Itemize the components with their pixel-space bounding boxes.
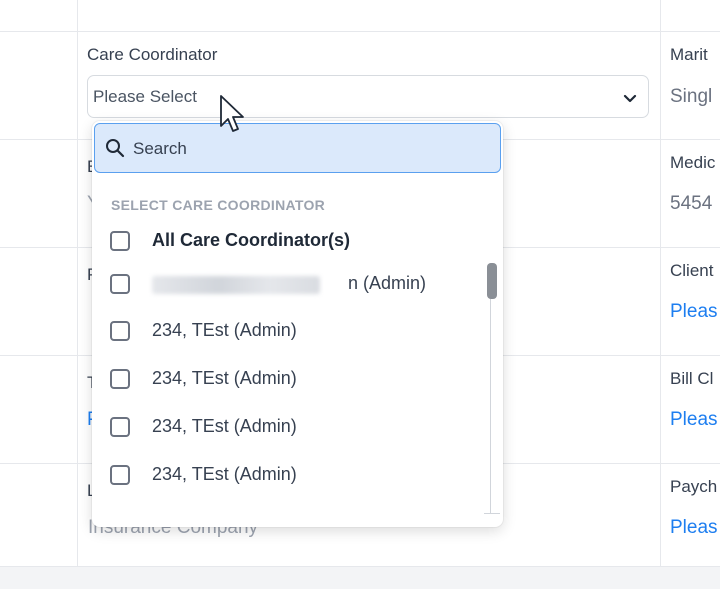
option-label: 234, TEst (Admin) [152, 416, 297, 436]
option-label: 234, TEst (Admin) [152, 368, 297, 388]
client-select[interactable]: Pleas [670, 301, 718, 323]
checkbox[interactable] [110, 321, 130, 341]
marital-status-value[interactable]: Singl [670, 86, 712, 108]
care-coordinator-label: Care Coordinator [87, 45, 218, 64]
section-title: SELECT CARE COORDINATOR [111, 197, 326, 213]
scrollbar-thumb[interactable] [487, 263, 497, 299]
search-icon [106, 139, 125, 158]
checkbox[interactable] [110, 274, 130, 294]
marital-status-label: Marit [670, 45, 708, 64]
checkbox[interactable] [110, 417, 130, 437]
checkbox[interactable] [110, 369, 130, 389]
care-coordinator-select[interactable]: Please Select [87, 75, 649, 118]
care-coordinator-dropdown: SELECT CARE COORDINATOR All Care Coordin… [92, 121, 503, 527]
payer-label: Paych [670, 477, 718, 496]
footer-band [0, 566, 720, 589]
column-divider [660, 0, 661, 566]
list-item[interactable]: 234, TEst (Admin) [110, 462, 480, 488]
row-divider [0, 31, 720, 32]
mouse-cursor-icon [220, 95, 244, 132]
option-label: All Care Coordinator(s) [152, 230, 351, 250]
list-item[interactable]: 234, TEst (Admin) [110, 414, 480, 440]
search-input[interactable] [131, 134, 475, 164]
chevron-down-icon [623, 94, 637, 103]
medical-label: Medic [670, 153, 716, 172]
option-label: 234, TEst (Admin) [152, 320, 297, 340]
client-label: Client [670, 261, 714, 280]
payer-select[interactable]: Pleas [670, 517, 718, 539]
list-item[interactable]: 234, TEst (Admin) [110, 318, 480, 344]
select-value: Please Select [93, 87, 197, 106]
option-label: 234, TEst (Admin) [152, 464, 297, 484]
bill-select[interactable]: Pleas [670, 409, 718, 431]
column-divider [77, 0, 78, 566]
option-label: n (Admin) [348, 273, 427, 293]
redacted-name [152, 276, 320, 294]
scrollbar-track[interactable] [490, 263, 491, 513]
option-redacted[interactable]: n (Admin) [110, 271, 480, 297]
checkbox[interactable] [110, 231, 130, 251]
medical-value[interactable]: 5454 [670, 193, 712, 215]
bill-label: Bill Cl [670, 369, 714, 388]
scrollbar-end [484, 513, 500, 514]
option-all-care-coordinators[interactable]: All Care Coordinator(s) [110, 228, 480, 254]
list-item[interactable]: 234, TEst (Admin) [110, 366, 480, 392]
search-box[interactable] [94, 123, 501, 173]
checkbox[interactable] [110, 465, 130, 485]
